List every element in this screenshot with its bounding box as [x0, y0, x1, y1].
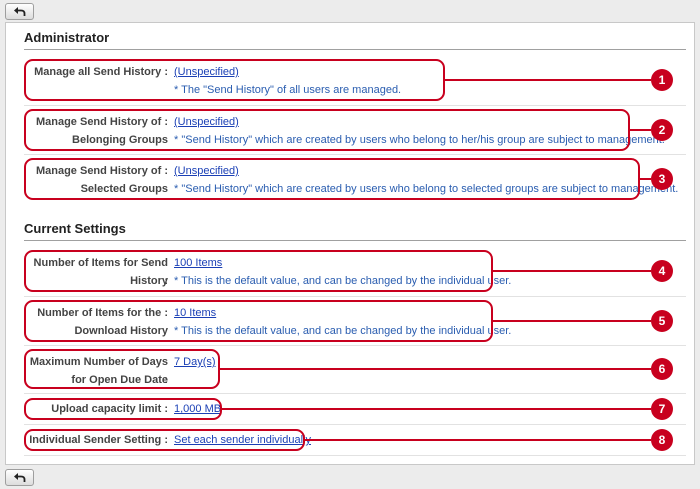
row-label: Manage Send History of :	[35, 165, 168, 177]
back-button-top[interactable]	[5, 3, 34, 20]
back-arrow-icon	[14, 7, 26, 16]
row-divider	[24, 296, 686, 297]
row-divider	[24, 424, 686, 425]
manage-selected-groups-link[interactable]: (Unspecified)	[174, 165, 239, 177]
callout-badge: 5	[651, 310, 673, 332]
row-label-line2: Belonging Groups	[72, 134, 168, 146]
callout-badge: 1	[651, 69, 673, 91]
row-label: Manage all Send History :	[34, 66, 168, 78]
callout-badge: 6	[651, 358, 673, 380]
callout-badge: 4	[651, 260, 673, 282]
row-divider	[24, 455, 686, 456]
upload-capacity-limit-link[interactable]: 1,000 MB	[174, 403, 221, 415]
send-history-items-link[interactable]: 100 Items	[174, 257, 222, 269]
row-label-line2: for Open Due Date	[71, 374, 168, 386]
callout-leader-line	[445, 79, 651, 81]
row-label: Number of Items for the :	[37, 307, 168, 319]
callout-badge: 7	[651, 398, 673, 420]
back-arrow-icon	[14, 473, 26, 482]
callout-leader-line	[493, 320, 651, 322]
row-label-line2: Download History	[74, 325, 168, 337]
section-divider	[24, 49, 686, 50]
individual-sender-setting-link[interactable]: Set each sender individually	[174, 434, 311, 446]
section-title-administrator: Administrator	[24, 30, 110, 45]
callout-badge: 2	[651, 119, 673, 141]
row-note: * "Send History" which are created by us…	[174, 183, 679, 195]
back-button-bottom[interactable]	[5, 469, 34, 486]
callout-badge: 3	[651, 168, 673, 190]
row-note: * "Send History" which are created by us…	[174, 134, 665, 146]
row-note: * The "Send History" of all users are ma…	[174, 84, 402, 96]
callout-leader-line	[305, 439, 651, 441]
max-open-due-days-link[interactable]: 7 Day(s)	[174, 356, 216, 368]
row-divider	[24, 393, 686, 394]
callout-leader-line	[220, 368, 651, 370]
row-label-line2: History	[130, 275, 168, 287]
callout-badge: 8	[651, 429, 673, 451]
section-title-current-settings: Current Settings	[24, 221, 126, 236]
manage-all-send-history-link[interactable]: (Unspecified)	[174, 66, 239, 78]
row-label-line2: Selected Groups	[80, 183, 168, 195]
row-divider	[24, 345, 686, 346]
row-label: Individual Sender Setting :	[29, 434, 168, 446]
section-divider	[24, 240, 686, 241]
row-divider	[24, 154, 686, 155]
row-divider	[24, 105, 686, 106]
callout-leader-line	[222, 408, 651, 410]
row-label: Upload capacity limit :	[51, 403, 168, 415]
row-note: * This is the default value, and can be …	[174, 325, 512, 337]
manage-belonging-groups-link[interactable]: (Unspecified)	[174, 116, 239, 128]
download-history-items-link[interactable]: 10 Items	[174, 307, 216, 319]
settings-panel: Administrator Manage all Send History : …	[5, 22, 695, 465]
row-label: Manage Send History of :	[35, 116, 168, 128]
row-note: * This is the default value, and can be …	[174, 275, 512, 287]
callout-leader-line	[493, 270, 651, 272]
